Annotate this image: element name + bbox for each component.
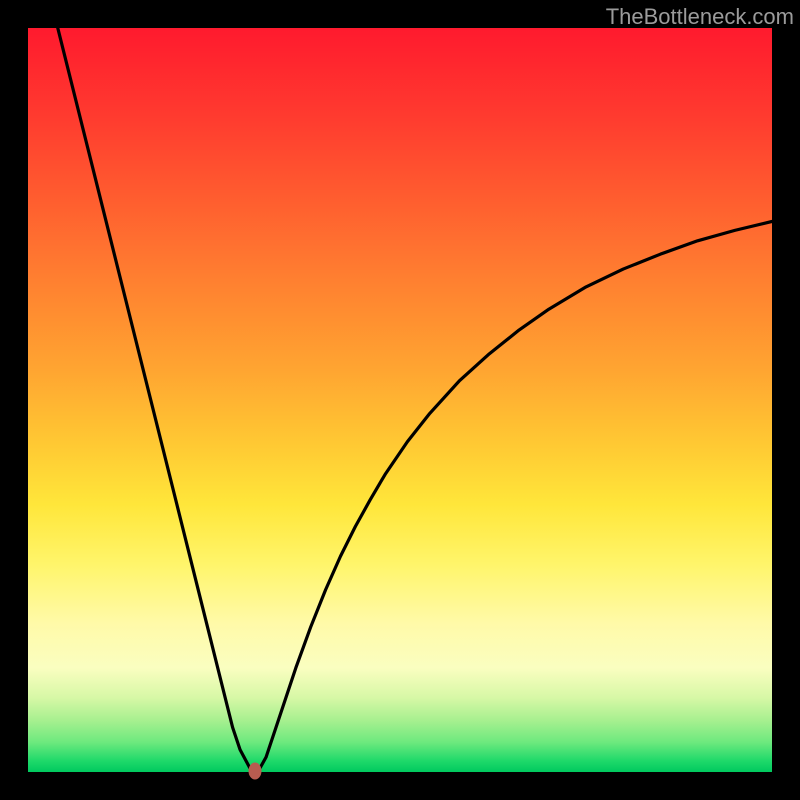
curve-svg	[28, 28, 772, 772]
plot-area	[28, 28, 772, 772]
bottleneck-chart: TheBottleneck.com	[0, 0, 800, 800]
optimum-marker	[248, 762, 261, 779]
watermark-text: TheBottleneck.com	[606, 4, 794, 30]
bottleneck-curve-path	[58, 28, 772, 771]
